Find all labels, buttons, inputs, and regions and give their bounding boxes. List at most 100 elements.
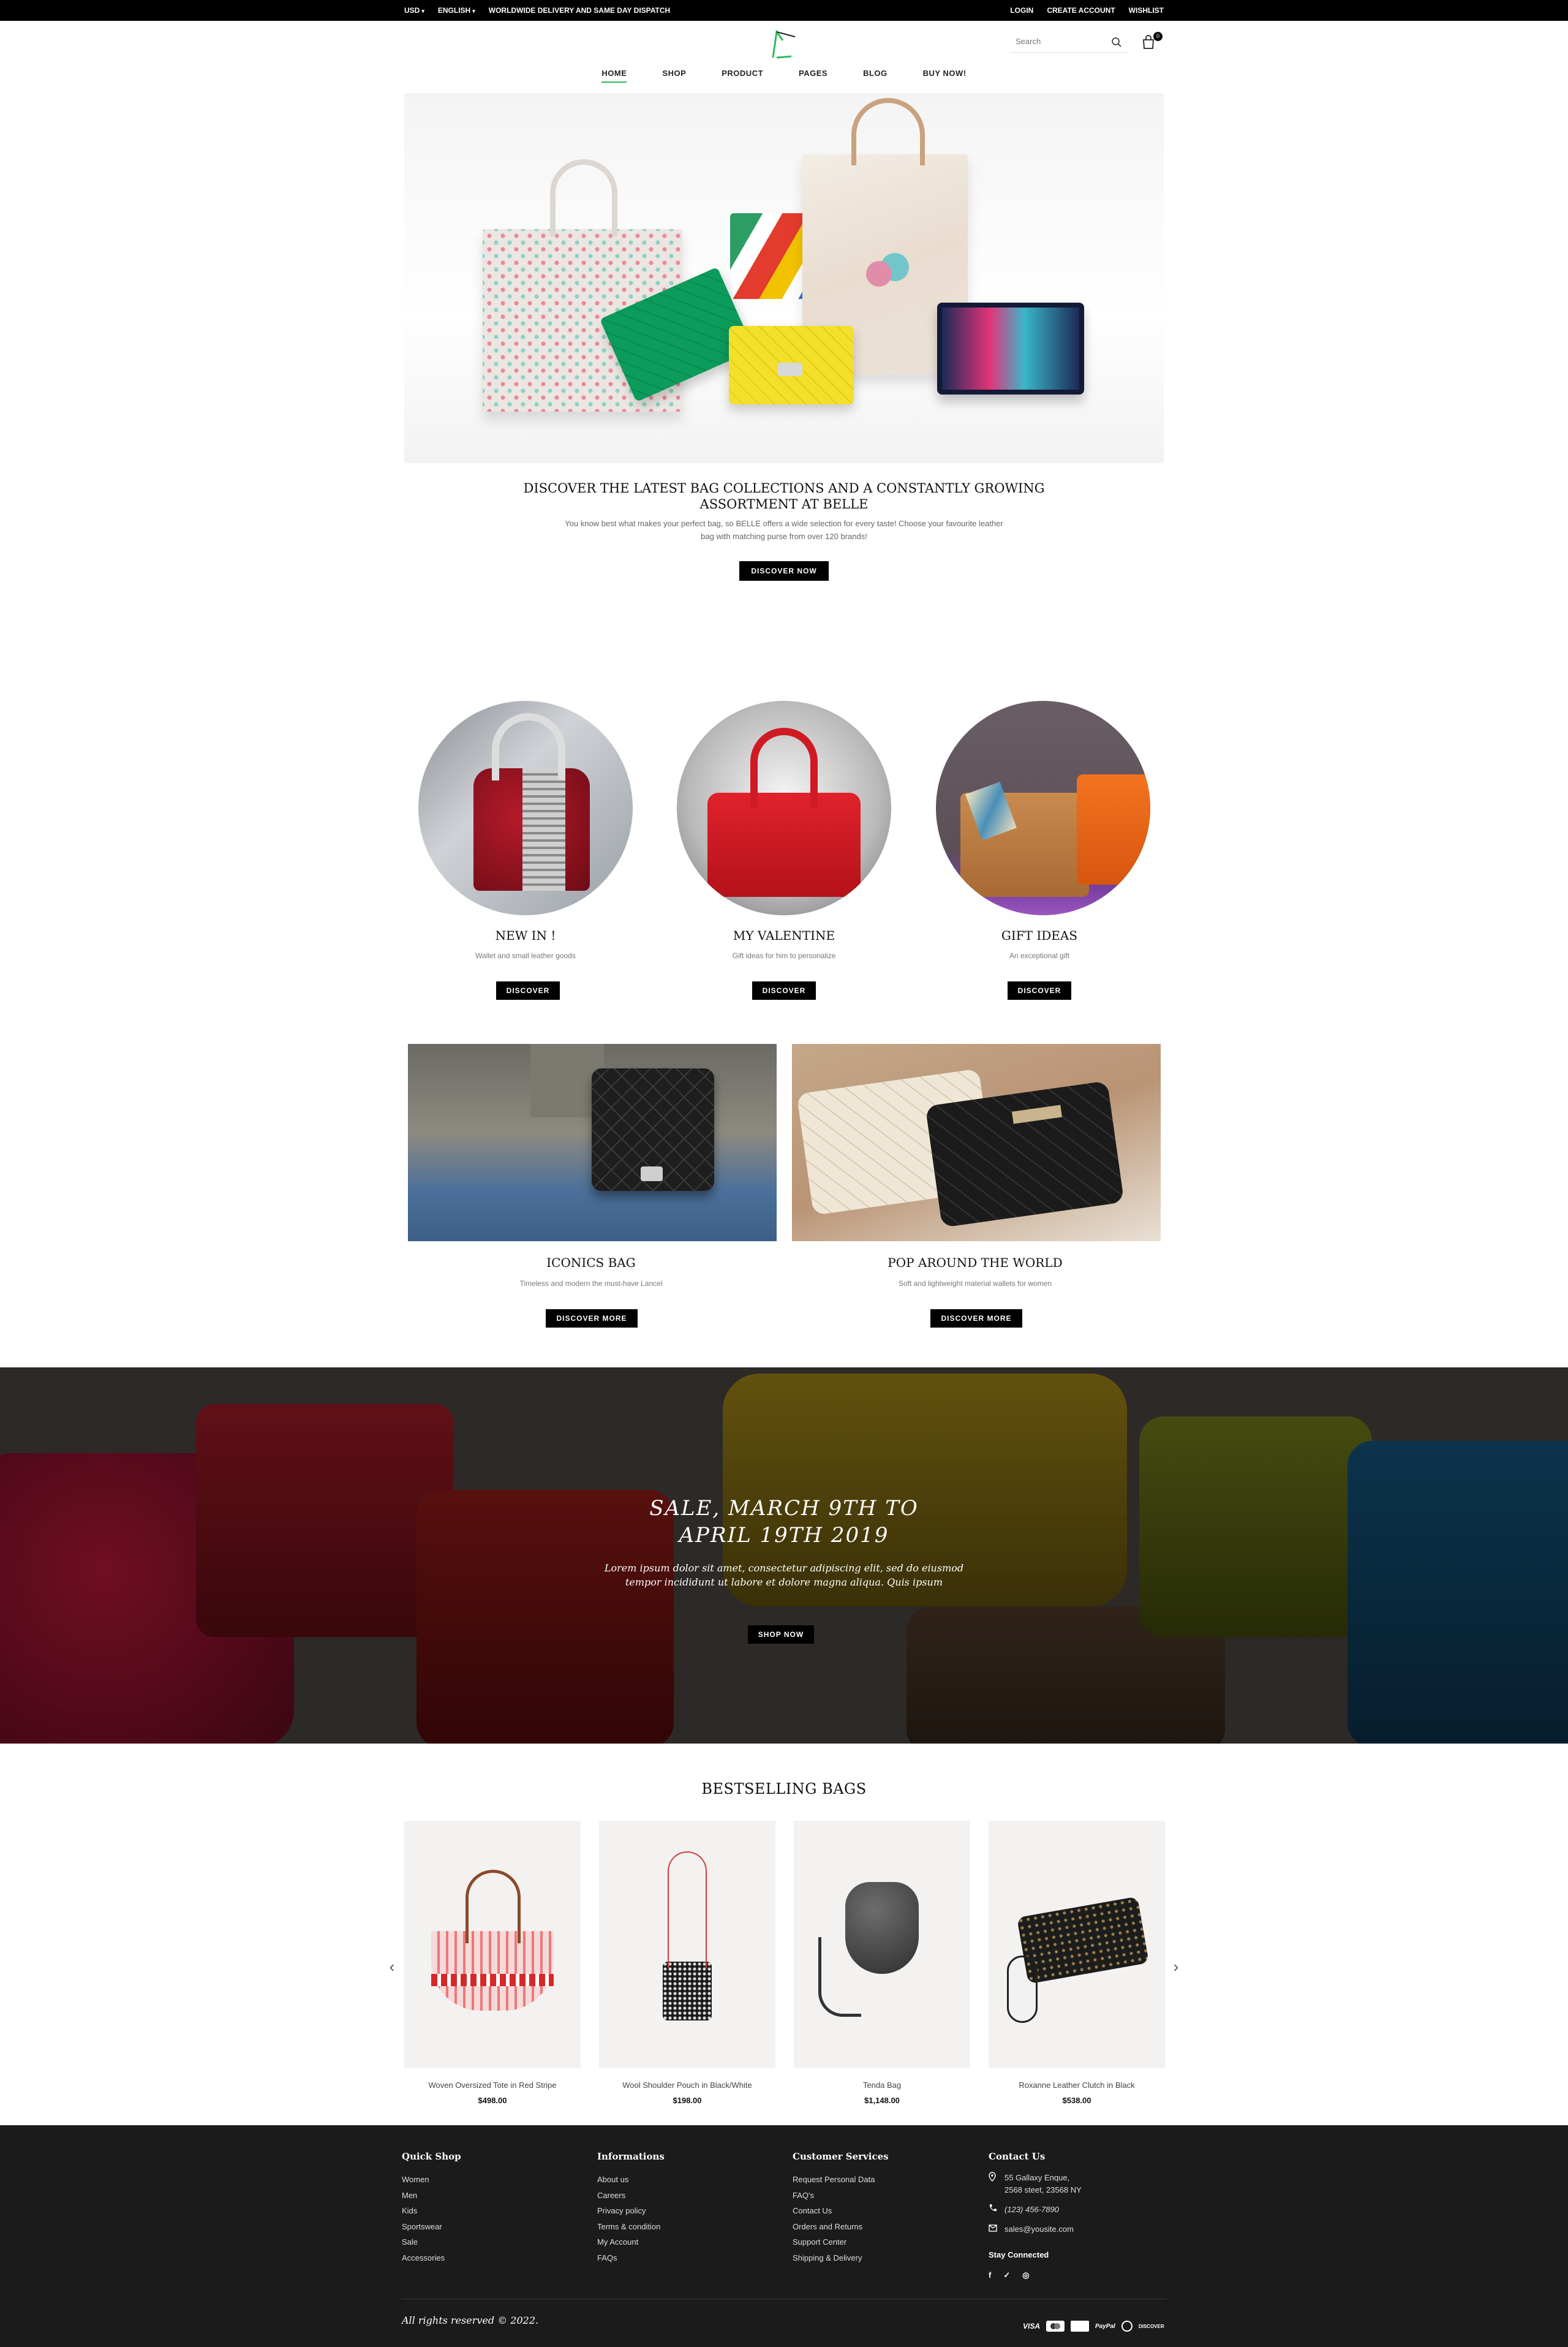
product-card[interactable]: Roxanne Leather Clutch in Black $538.00 — [989, 1821, 1165, 2105]
category-image-new-in[interactable] — [418, 701, 633, 915]
footer-link[interactable]: Women — [402, 2172, 461, 2188]
currency-selector[interactable]: USD ▾ — [404, 6, 424, 15]
nav-blog[interactable]: BLOG — [863, 69, 888, 83]
footer-link[interactable]: Careers — [597, 2188, 665, 2204]
phone-number[interactable]: (123) 456-7890 — [1005, 2204, 1059, 2216]
address-line: 55 Gallaxy Enque, — [1005, 2173, 1070, 2182]
footer-link[interactable]: Men — [402, 2188, 461, 2204]
footer-link[interactable]: Sportswear — [402, 2219, 461, 2235]
sale-title-line: SALE, MARCH 9TH TO — [649, 1496, 919, 1521]
sale-description-line: Lorem ipsum dolor sit amet, consectetur … — [604, 1562, 964, 1574]
banner-image-iconics-bag[interactable] — [408, 1044, 777, 1241]
footer-quick-shop: Quick Shop Women Men Kids Sportswear Sal… — [402, 2151, 461, 2266]
discover-button-new-in[interactable]: DISCOVER — [496, 981, 560, 1000]
discover-more-button-iconics[interactable]: DISCOVER MORE — [546, 1309, 638, 1328]
social-links: f ✓ ◎ — [989, 2270, 1082, 2280]
footer: Quick Shop Women Men Kids Sportswear Sal… — [0, 2125, 1568, 2347]
instagram-icon[interactable]: ◎ — [1022, 2270, 1029, 2280]
footer-link[interactable]: My Account — [597, 2234, 665, 2250]
footer-link[interactable]: About us — [597, 2172, 665, 2188]
nav-shop[interactable]: SHOP — [662, 69, 686, 83]
footer-link[interactable]: Sale — [402, 2234, 461, 2250]
product-name[interactable]: Tenda Bag — [794, 2081, 970, 2090]
chevron-down-icon: ▾ — [472, 8, 475, 14]
contact-phone: (123) 456-7890 — [989, 2204, 1082, 2216]
login-link[interactable]: LOGIN — [1010, 6, 1033, 15]
discover-button-my-valentine[interactable]: DISCOVER — [752, 981, 816, 1000]
nav-buy-now[interactable]: BUY NOW! — [923, 69, 967, 83]
product-image[interactable] — [404, 1821, 581, 2068]
bestselling-title: BESTSELLING BAGS — [701, 1780, 867, 1797]
footer-link[interactable]: Privacy policy — [597, 2203, 665, 2219]
footer-link[interactable]: Kids — [402, 2203, 461, 2219]
banner-subtitle: Timeless and modern the must-have Lancel — [519, 1279, 663, 1288]
nav-home[interactable]: HOME — [601, 69, 627, 83]
promo-text: WORLDWIDE DELIVERY AND SAME DAY DISPATCH — [488, 6, 671, 15]
discover-button-gift-ideas[interactable]: DISCOVER — [1008, 981, 1071, 1000]
search-input[interactable] — [1011, 32, 1102, 50]
hero-title-line: ASSORTMENT AT BELLE — [699, 497, 869, 512]
product-name[interactable]: Roxanne Leather Clutch in Black — [989, 2081, 1165, 2090]
footer-link[interactable]: Request Personal Data — [793, 2172, 889, 2188]
product-image[interactable] — [794, 1821, 970, 2068]
product-image[interactable] — [599, 1821, 775, 2068]
nav-pages[interactable]: PAGES — [799, 69, 827, 83]
cart-count-badge: 0 — [1153, 32, 1163, 41]
product-image[interactable] — [989, 1821, 1165, 2068]
category-image-gift-ideas[interactable] — [936, 701, 1150, 915]
footer-link[interactable]: Orders and Returns — [793, 2219, 889, 2235]
chevron-right-icon[interactable]: › — [1169, 1959, 1183, 1975]
banner-image-pop-around-the-world[interactable] — [792, 1044, 1161, 1241]
product-price: $538.00 — [1062, 2096, 1091, 2105]
phone-icon — [989, 2204, 998, 2216]
footer-link[interactable]: FAQs — [597, 2250, 665, 2266]
wishlist-link[interactable]: WISHLIST — [1129, 6, 1164, 15]
boy-bag-illustration — [937, 303, 1084, 395]
email-address[interactable]: sales@yousite.com — [1005, 2223, 1074, 2236]
category-image-my-valentine[interactable] — [677, 701, 891, 915]
product-price: $198.00 — [673, 2096, 702, 2105]
discover-more-button-pop-around[interactable]: DISCOVER MORE — [930, 1309, 1022, 1328]
logo-icon — [772, 29, 796, 59]
footer-link[interactable]: FAQ's — [793, 2188, 889, 2204]
banner-subtitle: Soft and lightweight material wallets fo… — [898, 1279, 1052, 1288]
cart-button[interactable]: 0 — [1140, 32, 1163, 50]
map-pin-icon — [989, 2172, 998, 2196]
category-title: GIFT IDEAS — [1001, 928, 1078, 943]
search-icon[interactable] — [1111, 37, 1122, 48]
product-card[interactable]: Woven Oversized Tote in Red Stripe $498.… — [404, 1821, 581, 2105]
nav-product[interactable]: PRODUCT — [722, 69, 763, 83]
sale-description-line: tempor incididunt ut labore et dolore ma… — [625, 1576, 943, 1588]
facebook-icon[interactable]: f — [989, 2270, 991, 2280]
product-name[interactable]: Woven Oversized Tote in Red Stripe — [404, 2081, 581, 2090]
footer-link[interactable]: Support Center — [793, 2234, 889, 2250]
product-card[interactable]: Tenda Bag $1,148.00 — [794, 1821, 970, 2105]
create-account-link[interactable]: CREATE ACCOUNT — [1047, 6, 1115, 15]
language-selector[interactable]: ENGLISH ▾ — [438, 6, 475, 15]
banner-title: ICONICS BAG — [546, 1255, 636, 1270]
site-logo[interactable] — [764, 27, 804, 61]
footer-link[interactable]: Contact Us — [793, 2203, 889, 2219]
top-bar: USD ▾ ENGLISH ▾ WORLDWIDE DELIVERY AND SAM… — [0, 0, 1568, 21]
product-price: $498.00 — [478, 2096, 507, 2105]
banner-title: POP AROUND THE WORLD — [888, 1255, 1063, 1270]
copyright-text: All rights reserved © 2022. — [402, 2315, 539, 2326]
sale-title-line: APRIL 19TH 2019 — [679, 1523, 889, 1548]
category-subtitle: An exceptional gift — [1009, 951, 1070, 960]
footer-link[interactable]: Terms & condition — [597, 2219, 665, 2235]
search-box — [1011, 32, 1127, 53]
product-card[interactable]: Wool Shoulder Pouch in Black/White $198.… — [599, 1821, 775, 2105]
footer-customer-services: Customer Services Request Personal Data … — [793, 2151, 889, 2266]
discover-now-button[interactable]: DISCOVER NOW — [739, 561, 829, 581]
product-name[interactable]: Wool Shoulder Pouch in Black/White — [599, 2081, 775, 2090]
payment-methods: VISA PayPal DISCOVER — [1023, 2321, 1164, 2332]
footer-link[interactable]: Accessories — [402, 2250, 461, 2266]
currency-label: USD — [404, 6, 420, 15]
shop-now-button[interactable]: SHOP NOW — [748, 1625, 814, 1644]
diners-icon — [1121, 2321, 1133, 2332]
twitter-icon[interactable]: ✓ — [1003, 2270, 1010, 2280]
footer-informations: Informations About us Careers Privacy po… — [597, 2151, 665, 2266]
category-title: NEW IN ! — [495, 928, 556, 943]
footer-link[interactable]: Shipping & Delivery — [793, 2250, 889, 2266]
chevron-left-icon[interactable]: ‹ — [385, 1959, 399, 1975]
